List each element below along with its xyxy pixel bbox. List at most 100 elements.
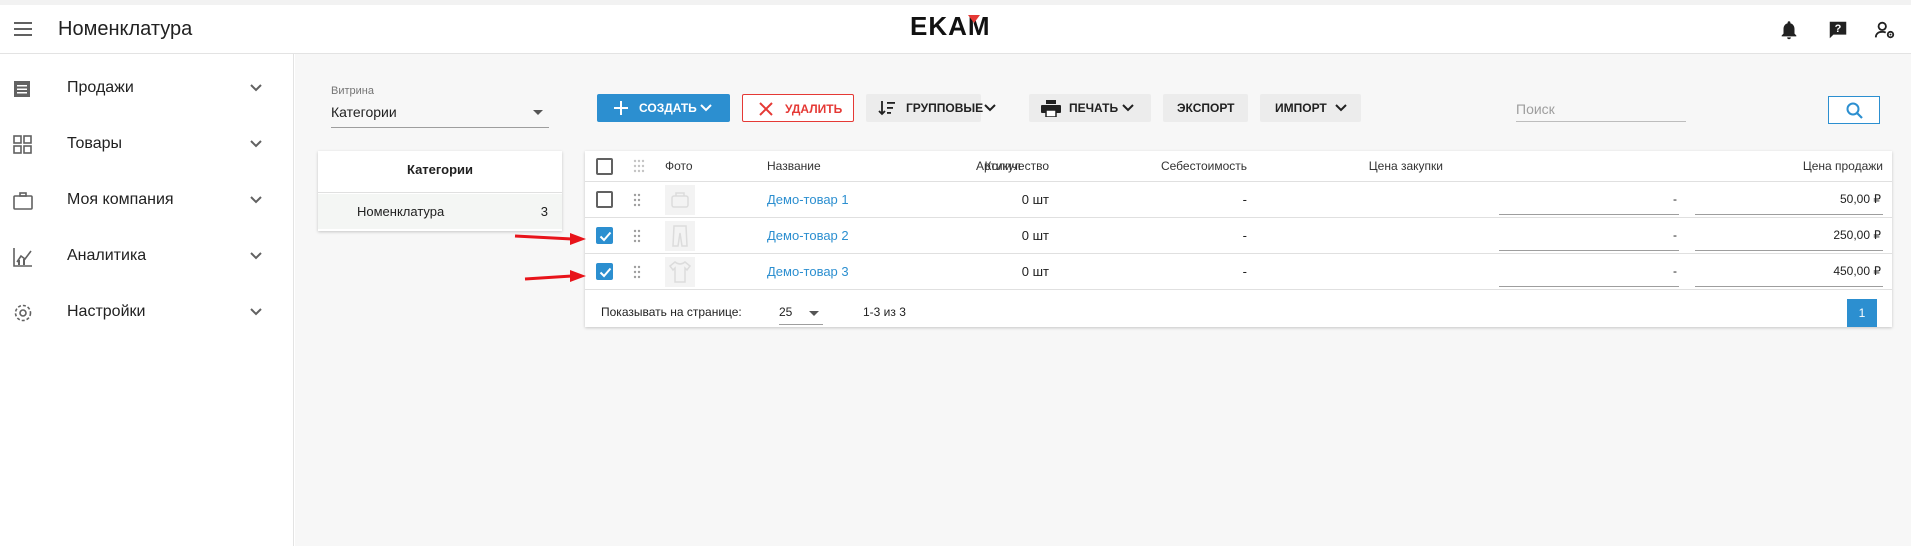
create-button[interactable]: СОЗДАТЬ [597, 94, 730, 122]
column-header-purchase-price[interactable]: Цена закупки [1369, 151, 1443, 181]
pagination-bar: Показывать на странице: 25 1-3 из 3 1 [585, 297, 1892, 327]
product-quantity: 0 шт [1021, 228, 1049, 243]
per-page-label: Показывать на странице: [601, 305, 742, 319]
per-page-select[interactable]: 25 [779, 299, 823, 325]
export-button-label: ЭКСПОРТ [1177, 101, 1235, 115]
product-name-link[interactable]: Демо-товар 1 [767, 192, 849, 207]
drag-handle-icon[interactable] [633, 265, 645, 279]
categories-panel: Категории Номенклатура 3 [318, 151, 562, 231]
search-field [1516, 94, 1686, 122]
product-cost: - [1242, 264, 1247, 279]
annotation-arrow [524, 270, 586, 282]
products-table: Фото Название Артикул Количество Себесто… [585, 151, 1892, 327]
export-button[interactable]: ЭКСПОРТ [1163, 94, 1248, 122]
column-header-name[interactable]: Название [767, 151, 821, 181]
sidebar: Продажи Товары Моя компания Аналитика На… [0, 54, 294, 546]
hamburger-menu-icon[interactable] [14, 21, 34, 37]
column-header-cost[interactable]: Себестоимость [1161, 151, 1247, 181]
grid-icon [12, 134, 34, 156]
table-row[interactable]: Демо-товар 2 0 шт - - 250,00 ₽ [585, 218, 1892, 254]
sidebar-item-company[interactable]: Моя компания [0, 173, 294, 229]
search-icon [1846, 102, 1863, 119]
user-settings-icon[interactable] [1874, 19, 1896, 41]
table-row[interactable]: Демо-товар 3 0 шт - - 450,00 ₽ [585, 254, 1892, 290]
sidebar-item-analytics[interactable]: Аналитика [0, 229, 294, 285]
product-photo-placeholder [665, 221, 695, 251]
print-button-label: ПЕЧАТЬ [1069, 101, 1119, 115]
sort-lines-icon [878, 101, 895, 116]
sidebar-item-label: Продажи [67, 79, 134, 96]
ekam-logo[interactable]: EKAM [910, 13, 1014, 43]
import-button-label: ИМПОРТ [1275, 101, 1327, 115]
per-page-value: 25 [779, 305, 793, 319]
plus-icon [614, 101, 628, 115]
annotation-arrow [514, 233, 586, 245]
column-header-sale-price[interactable]: Цена продажи [1803, 151, 1883, 181]
print-button[interactable]: ПЕЧАТЬ [1029, 94, 1151, 122]
svg-text:EKAM: EKAM [910, 13, 991, 41]
column-header-photo[interactable]: Фото [665, 151, 693, 181]
product-cost: - [1242, 228, 1247, 243]
sidebar-item-settings[interactable]: Настройки [0, 285, 294, 341]
chevron-down-icon [1335, 104, 1347, 112]
purchase-price-input[interactable]: - [1499, 185, 1679, 215]
delete-button[interactable]: УДАЛИТЬ [742, 94, 854, 122]
product-name-link[interactable]: Демо-товар 2 [767, 228, 849, 243]
chevron-down-icon [700, 104, 712, 112]
product-cost: - [1242, 192, 1247, 207]
purchase-price-input[interactable]: - [1499, 221, 1679, 251]
notifications-bell-icon[interactable] [1778, 19, 1800, 41]
vitrina-label: Витрина [331, 85, 374, 97]
group-actions-button[interactable]: ГРУППОВЫЕ [866, 94, 996, 122]
sidebar-item-label: Аналитика [67, 247, 147, 264]
chevron-down-icon [984, 104, 996, 112]
table-row[interactable]: Демо-товар 1 0 шт - - 50,00 ₽ [585, 182, 1892, 218]
gear-icon [12, 302, 34, 324]
sidebar-item-sales[interactable]: Продажи [0, 61, 294, 117]
briefcase-icon [12, 190, 34, 212]
row-checkbox-checked[interactable] [596, 227, 613, 244]
select-all-checkbox[interactable] [596, 158, 613, 175]
list-icon [12, 78, 34, 100]
page-button-current[interactable]: 1 [1847, 299, 1877, 327]
checkmark-icon [599, 267, 612, 278]
sale-price-input[interactable]: 250,00 ₽ [1695, 221, 1883, 251]
category-name: Номенклатура [357, 204, 445, 219]
chevron-down-icon [249, 195, 263, 205]
top-bar: Номенклатура EKAM ? [0, 0, 1911, 54]
svg-text:?: ? [1835, 23, 1842, 35]
tshirt-icon [668, 261, 692, 283]
sidebar-item-label: Настройки [67, 303, 146, 320]
page-title: Номенклатура [58, 18, 193, 40]
drag-handle-icon[interactable] [633, 229, 645, 243]
sidebar-item-products[interactable]: Товары [0, 117, 294, 173]
help-chat-icon[interactable]: ? [1827, 19, 1849, 41]
product-photo-placeholder [665, 185, 695, 215]
purchase-price-input[interactable]: - [1499, 257, 1679, 287]
category-item[interactable]: Номенклатура 3 [318, 194, 562, 229]
search-button[interactable] [1828, 96, 1880, 124]
close-icon [759, 102, 773, 116]
chevron-down-icon [249, 83, 263, 93]
analytics-icon [12, 246, 34, 268]
product-quantity: 0 шт [1021, 192, 1049, 207]
chevron-down-icon [249, 251, 263, 261]
import-button[interactable]: ИМПОРТ [1260, 94, 1361, 122]
drag-handle-icon[interactable] [633, 193, 645, 207]
sale-price-input[interactable]: 450,00 ₽ [1695, 257, 1883, 287]
column-header-quantity[interactable]: Количество [985, 151, 1049, 181]
category-count: 3 [540, 204, 548, 219]
drag-handle-icon [633, 159, 645, 173]
search-input[interactable] [1516, 100, 1686, 118]
chevron-down-icon [249, 307, 263, 317]
trousers-icon [672, 225, 688, 247]
sale-price-input[interactable]: 50,00 ₽ [1695, 185, 1883, 215]
sidebar-item-label: Товары [67, 135, 123, 152]
dropdown-caret-icon [809, 311, 819, 316]
create-button-label: СОЗДАТЬ [639, 101, 697, 115]
row-checkbox-checked[interactable] [596, 263, 613, 280]
product-name-link[interactable]: Демо-товар 3 [767, 264, 849, 279]
chevron-down-icon [249, 139, 263, 149]
row-checkbox[interactable] [596, 191, 613, 208]
vitrina-select[interactable]: Витрина Категории [331, 82, 549, 128]
